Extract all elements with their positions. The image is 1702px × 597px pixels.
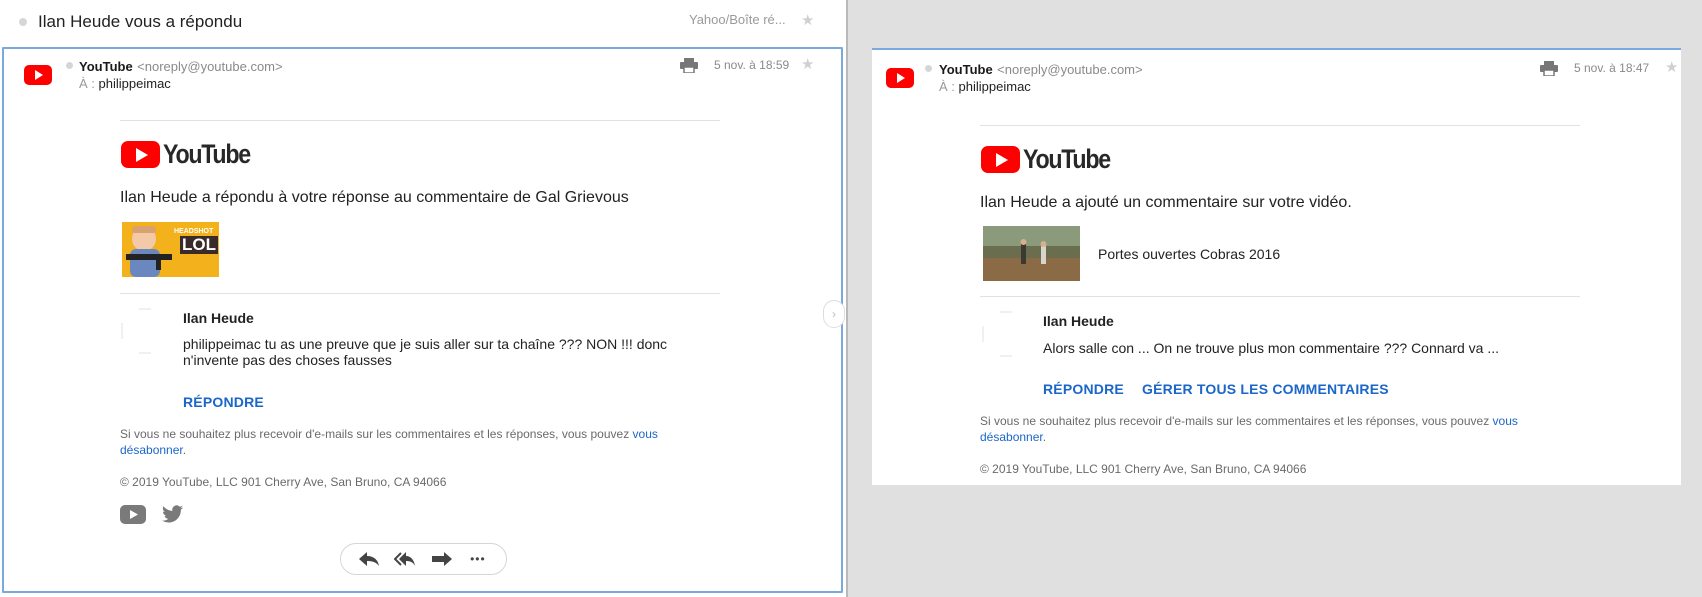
recipient-line: À : philippeimac	[939, 79, 1031, 94]
recipient-line: À : philippeimac	[79, 76, 171, 91]
to-value[interactable]: philippeimac	[99, 76, 171, 91]
to-value[interactable]: philippeimac	[959, 79, 1031, 94]
left-message-pane: Ilan Heude vous a répondu Yahoo/Boîte ré…	[0, 0, 847, 597]
commenter-avatar[interactable]	[121, 308, 167, 354]
sender-line[interactable]: YouTube <noreply@youtube.com>	[939, 61, 1143, 79]
youtube-social-icon[interactable]	[120, 505, 146, 524]
youtube-avatar-icon	[24, 65, 52, 85]
more-icon[interactable]: •••	[467, 550, 489, 568]
youtube-play-icon	[981, 145, 1020, 173]
commenter-avatar[interactable]	[982, 311, 1028, 357]
youtube-avatar-icon	[886, 68, 914, 88]
thread-subject: Ilan Heude vous a répondu	[38, 12, 243, 31]
copyright: © 2019 YouTube, LLC 901 Cherry Ave, San …	[980, 462, 1307, 476]
reply-all-icon[interactable]	[394, 550, 416, 568]
youtube-wordmark: YouTube	[1023, 143, 1111, 174]
thumbnail-art	[983, 226, 1080, 281]
divider	[120, 293, 720, 294]
print-icon[interactable]	[680, 58, 698, 73]
notification-headline: Ilan Heude a répondu à votre réponse au …	[120, 189, 629, 206]
youtube-play-icon	[121, 140, 160, 168]
comment-author[interactable]: Ilan Heude	[183, 310, 254, 326]
manage-comments-link[interactable]: GÉRER TOUS LES COMMENTAIRES	[1142, 381, 1389, 397]
divider	[980, 125, 1580, 126]
unsubscribe-note: Si vous ne souhaitez plus recevoir d'e-m…	[120, 426, 690, 458]
sender-name[interactable]: YouTube	[79, 59, 133, 74]
twitter-icon[interactable]	[162, 505, 184, 524]
thread-folder-label[interactable]: Yahoo/Boîte ré...	[689, 12, 786, 27]
youtube-wordmark: YouTube	[163, 138, 251, 169]
forward-icon[interactable]	[431, 550, 453, 568]
unread-dot[interactable]	[19, 18, 27, 26]
reply-link[interactable]: RÉPONDRE	[183, 394, 264, 410]
video-thumbnail[interactable]: HEADSHOT LOL	[122, 222, 219, 277]
message-star-icon[interactable]: ★	[801, 57, 814, 72]
thumbnail-caption: LOL	[180, 235, 218, 254]
message-star-icon[interactable]: ★	[1665, 60, 1678, 75]
youtube-logo: YouTube	[981, 144, 1124, 174]
unsubscribe-text: Si vous ne souhaitez plus recevoir d'e-m…	[120, 427, 630, 441]
sender-email[interactable]: <noreply@youtube.com>	[137, 59, 282, 74]
sender-status-dot	[925, 65, 932, 72]
message-action-bar: •••	[340, 543, 507, 575]
sender-email[interactable]: <noreply@youtube.com>	[997, 62, 1142, 77]
thread-star-icon[interactable]: ★	[801, 13, 814, 28]
unsubscribe-end: .	[1042, 430, 1047, 444]
pane-divider[interactable]	[846, 0, 848, 597]
thumbnail-caption-top: HEADSHOT	[174, 228, 214, 235]
print-icon[interactable]	[1540, 61, 1558, 76]
message-date: 5 nov. à 18:59	[714, 58, 790, 72]
divider	[120, 120, 720, 121]
sender-line[interactable]: YouTube <noreply@youtube.com>	[79, 58, 283, 76]
comment-author[interactable]: Ilan Heude	[1043, 313, 1114, 329]
to-label: À :	[79, 76, 95, 91]
reply-icon[interactable]	[358, 550, 380, 568]
notification-headline: Ilan Heude a ajouté un commentaire sur v…	[980, 194, 1352, 211]
message-date: 5 nov. à 18:47	[1574, 61, 1650, 75]
copyright: © 2019 YouTube, LLC 901 Cherry Ave, San …	[120, 475, 447, 489]
video-thumbnail[interactable]	[983, 226, 1080, 281]
unsubscribe-end: .	[182, 443, 187, 457]
unsubscribe-text: Si vous ne souhaitez plus recevoir d'e-m…	[980, 414, 1490, 428]
to-label: À :	[939, 79, 955, 94]
comment-text: philippeimac tu as une preuve que je sui…	[183, 336, 668, 368]
pane-toggle-chevron-icon[interactable]: ›	[823, 300, 845, 328]
youtube-logo: YouTube	[121, 139, 264, 169]
reply-link[interactable]: RÉPONDRE	[1043, 381, 1124, 397]
divider	[980, 296, 1580, 297]
video-title[interactable]: Portes ouvertes Cobras 2016	[1098, 246, 1280, 262]
sender-name[interactable]: YouTube	[939, 62, 993, 77]
comment-text: Alors salle con ... On ne trouve plus mo…	[1043, 340, 1500, 356]
sender-status-dot	[66, 62, 73, 69]
unsubscribe-note: Si vous ne souhaitez plus recevoir d'e-m…	[980, 413, 1540, 445]
